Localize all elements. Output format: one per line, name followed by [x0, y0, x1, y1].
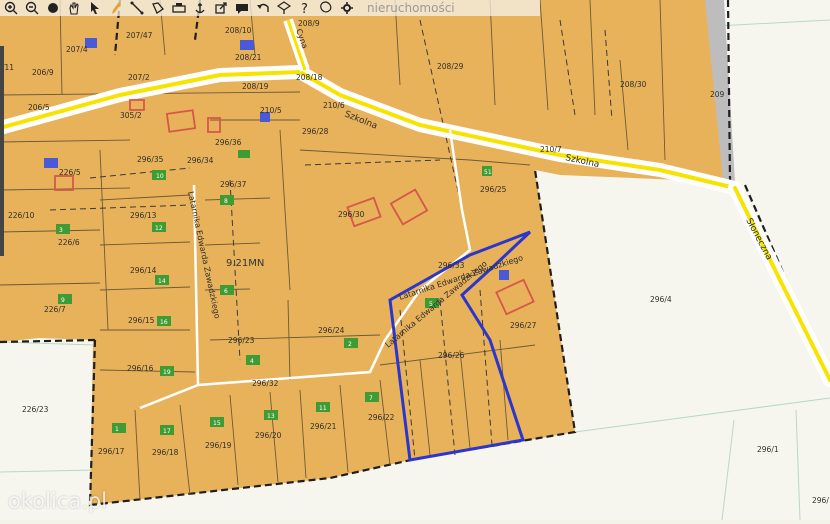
parcel-label: 208/21	[235, 53, 262, 62]
parcel-label: 226/6	[58, 238, 80, 247]
house-number: 13	[267, 413, 275, 420]
parcel-label: 296/23	[228, 336, 255, 345]
house-number: 6	[224, 288, 228, 295]
parcel-label: 296/27	[510, 321, 537, 330]
parcel-label: 296/21	[310, 422, 337, 431]
house-number: 9	[61, 297, 65, 304]
parcel-label: 296/26	[438, 351, 465, 360]
comment-icon[interactable]	[233, 1, 250, 15]
parcel-label: 296/33	[438, 261, 465, 270]
parcel-label: 207/47	[126, 31, 153, 40]
map-toolbar: ? nieruchomości	[0, 0, 540, 16]
house-number: 1	[115, 426, 119, 433]
parcel-label: 305/2	[120, 111, 142, 120]
parcel-label: 296/16	[127, 364, 154, 373]
parcel-label: 296/1	[757, 445, 779, 454]
parcel-label: 208/29	[437, 62, 464, 71]
parcel-map[interactable]: 10 8 12 14 6 16 19 4 2 5 7 11 13 15 17 1…	[0, 0, 830, 520]
parcel-label: 208/19	[242, 82, 269, 91]
toolbar-label: nieruchomości	[367, 1, 455, 15]
help-icon[interactable]: ?	[296, 1, 313, 15]
parcel-label: 206/5	[28, 103, 50, 112]
layers-icon[interactable]	[275, 1, 292, 15]
measure-line-icon[interactable]	[128, 1, 145, 15]
parcel-label: 296/17	[98, 447, 125, 456]
parcel-label: 296/30	[338, 210, 365, 219]
house-number: 51	[484, 169, 492, 176]
parcel-label: 208/18	[296, 73, 323, 82]
house-number: 8	[224, 198, 228, 205]
parcel-label: 206/9	[32, 68, 54, 77]
parcel-label: 209	[710, 90, 725, 99]
house-number: 7	[369, 395, 373, 402]
house-number: 14	[158, 278, 166, 285]
house-number: 3	[59, 227, 63, 234]
parcel-label: 296/36	[215, 138, 242, 147]
parcel-label: 226/23	[22, 405, 49, 414]
parcel-label: 226/7	[44, 305, 66, 314]
parcel-label: 296/25	[480, 185, 507, 194]
house-number: 10	[156, 173, 164, 180]
house-number: 17	[163, 428, 171, 435]
map-canvas[interactable]: 10 8 12 14 6 16 19 4 2 5 7 11 13 15 17 1…	[0, 0, 830, 520]
undo-icon[interactable]	[254, 1, 271, 15]
parcel-label: 208/9	[298, 19, 320, 28]
zoom-out-icon[interactable]	[23, 1, 40, 15]
parcel-label: 296/24	[318, 326, 345, 335]
house-number: 12	[155, 225, 163, 232]
parcel-label: 226/5	[59, 168, 81, 177]
parcel-label: 296/	[812, 496, 829, 505]
pen-icon[interactable]	[107, 1, 124, 15]
parcel-label: 296/15	[128, 316, 155, 325]
anchor-icon[interactable]	[191, 1, 208, 15]
zoom-extent-icon[interactable]	[44, 1, 61, 15]
house-number: 19	[163, 369, 171, 376]
parcel-label: 296/13	[130, 211, 157, 220]
svg-text:?: ?	[301, 2, 308, 15]
left-panel-edge[interactable]	[0, 46, 4, 256]
parcel-label: 296/32	[252, 379, 279, 388]
parcel-label: 208/30	[620, 80, 647, 89]
parcel-label: 296/20	[255, 431, 282, 440]
hand-icon[interactable]	[65, 1, 82, 15]
settings-icon[interactable]	[338, 1, 355, 15]
parcel-label: 210/5	[260, 106, 282, 115]
parcel-label: 296/19	[205, 441, 232, 450]
parcel-label: 207/2	[128, 73, 150, 82]
zoom-in-icon[interactable]	[2, 1, 19, 15]
export-icon[interactable]	[212, 1, 229, 15]
parcel-label: 208/10	[225, 26, 252, 35]
site-watermark: okolica.pl	[8, 489, 107, 513]
parcel-label: 296/14	[130, 266, 157, 275]
parcel-label: 210/6	[323, 101, 345, 110]
parcel-label: 226/10	[8, 211, 35, 220]
house-number: 4	[250, 358, 254, 365]
house-number: 11	[319, 405, 327, 412]
parcel-label: 296/4	[650, 295, 672, 304]
house-number: 15	[213, 420, 221, 427]
select-arrow-icon[interactable]	[86, 1, 103, 15]
parcel-label: 210/7	[540, 145, 562, 154]
parcel-label: 296/35	[137, 155, 164, 164]
parcel-label: 296/22	[368, 413, 395, 422]
lasso-icon[interactable]	[317, 1, 334, 15]
house-number: 2	[348, 341, 352, 348]
parcel-label: 296/28	[302, 127, 329, 136]
parcel-label: 207/4	[66, 45, 88, 54]
print-icon[interactable]	[170, 1, 187, 15]
parcel-label: 296/18	[152, 448, 179, 457]
measure-area-icon[interactable]	[149, 1, 166, 15]
parcel-label: 296/37	[220, 180, 247, 189]
zone-label: 9.21MN	[226, 258, 264, 269]
house-number: 16	[160, 319, 168, 326]
parcel-label: 296/34	[187, 156, 214, 165]
